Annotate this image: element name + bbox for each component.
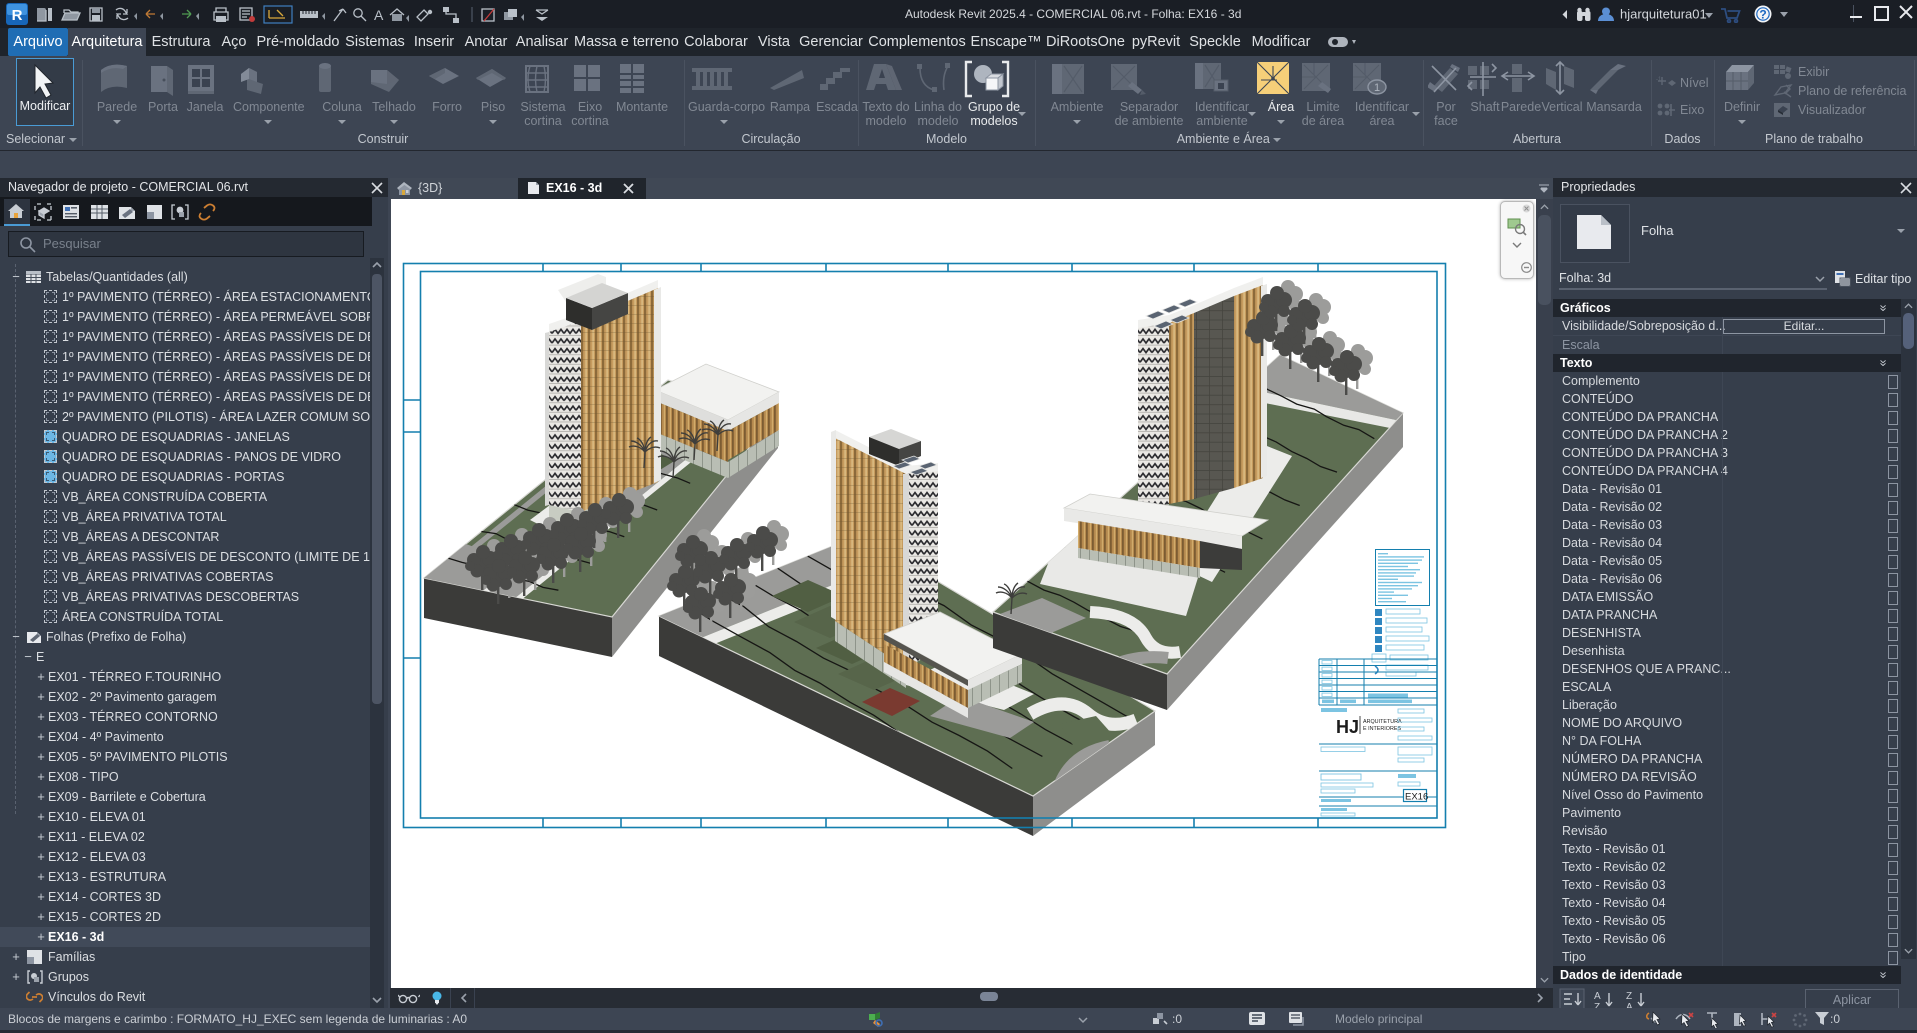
svg-text:HJ: HJ bbox=[1336, 717, 1359, 737]
svg-text:EX16: EX16 bbox=[1405, 792, 1428, 803]
svg-text:1: 1 bbox=[1374, 82, 1380, 94]
svg-text:hjarquitetura01: hjarquitetura01 bbox=[1620, 7, 1707, 22]
svg-text:R: R bbox=[12, 7, 23, 24]
svg-text:?: ? bbox=[1759, 8, 1766, 22]
svg-text:A: A bbox=[1594, 991, 1601, 1002]
svg-text:E INTERIORES: E INTERIORES bbox=[1363, 726, 1401, 732]
svg-text:Z: Z bbox=[1626, 991, 1632, 1002]
svg-text:-1: -1 bbox=[1656, 77, 1662, 83]
svg-text:ARQUITETURA: ARQUITETURA bbox=[1363, 719, 1402, 725]
svg-text:A: A bbox=[374, 7, 384, 23]
